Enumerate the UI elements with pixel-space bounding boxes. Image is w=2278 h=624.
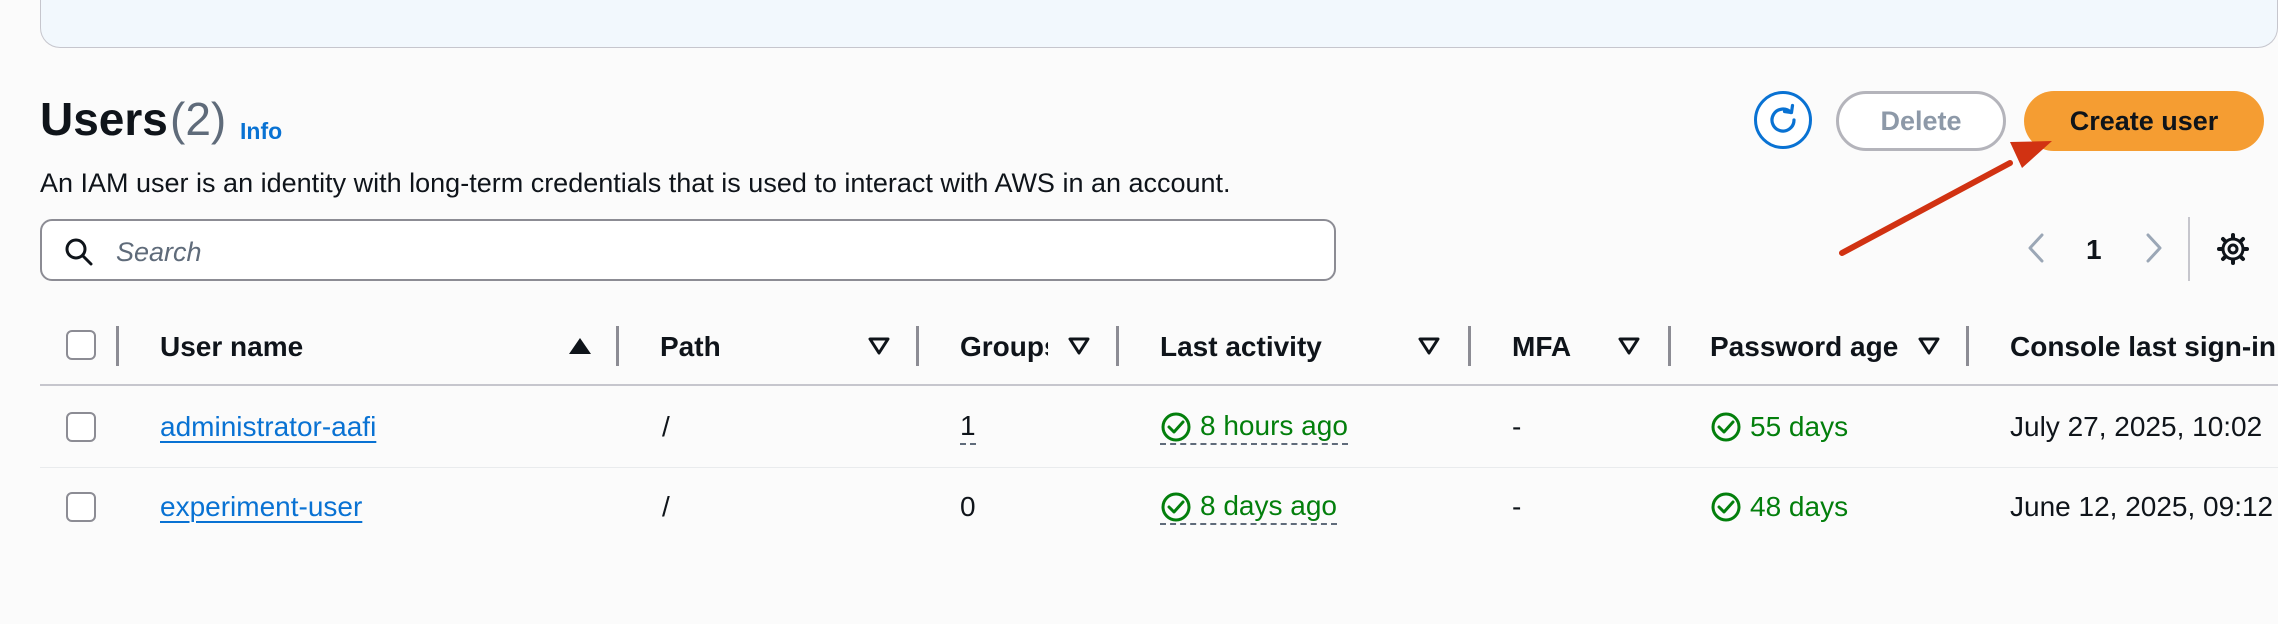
next-page-icon[interactable] [2142, 232, 2164, 264]
top-info-panel [40, 0, 2278, 48]
previous-page-icon[interactable] [2026, 232, 2048, 264]
refresh-button[interactable] [1754, 91, 1812, 149]
sort-icon[interactable] [1618, 336, 1640, 356]
sort-icon[interactable] [1068, 336, 1090, 356]
pagination-divider [2188, 217, 2190, 281]
column-header-password-age[interactable]: Password age [1710, 331, 1898, 363]
user-name-link[interactable]: administrator-aafi [160, 411, 376, 443]
row-checkbox[interactable] [66, 412, 96, 442]
column-divider [1468, 326, 1471, 366]
gear-icon[interactable] [2216, 232, 2250, 266]
column-header-mfa[interactable]: MFA [1512, 331, 1571, 363]
column-header-path[interactable]: Path [660, 331, 721, 363]
mfa-value: - [1512, 491, 1522, 522]
password-age-value: 48 days [1750, 491, 1849, 522]
column-divider [916, 326, 919, 366]
column-header-groups[interactable]: Groups [960, 331, 1048, 363]
success-check-icon [1711, 412, 1741, 442]
row-divider [40, 467, 2278, 468]
column-header-last-activity[interactable]: Last activity [1160, 331, 1322, 363]
current-page-number[interactable]: 1 [2086, 234, 2102, 266]
search-icon [65, 238, 93, 266]
last-activity-value[interactable]: 8 hours ago [1160, 411, 1348, 445]
console-last-sign-in-value: June 12, 2025, 09:12 [2010, 491, 2274, 522]
header-divider [40, 384, 2278, 386]
groups-count[interactable]: 1 [960, 411, 976, 445]
row-checkbox[interactable] [66, 492, 96, 522]
password-age-value: 55 days [1750, 411, 1849, 442]
select-all-checkbox[interactable] [66, 330, 96, 360]
delete-button[interactable]: Delete [1836, 91, 2006, 151]
search-input[interactable] [114, 233, 1318, 271]
sort-icon[interactable] [868, 336, 890, 356]
column-header-user-name[interactable]: User name [160, 331, 303, 363]
column-divider [1966, 326, 1969, 366]
user-count: (2) [170, 93, 227, 145]
path-cell: / [662, 491, 670, 522]
page-description: An IAM user is an identity with long-ter… [40, 168, 1231, 198]
path-cell: / [662, 411, 670, 442]
info-link[interactable]: Info [240, 118, 282, 145]
groups-count: 0 [960, 491, 976, 522]
console-last-sign-in-value: July 27, 2025, 10:02 [2010, 411, 2263, 442]
sort-ascending-icon[interactable] [568, 337, 592, 355]
column-divider [616, 326, 619, 366]
page-title: Users [40, 93, 168, 145]
last-activity-value[interactable]: 8 days ago [1160, 491, 1337, 525]
refresh-icon [1770, 103, 1796, 133]
search-field[interactable] [40, 219, 1336, 281]
column-divider [1668, 326, 1671, 366]
sort-icon[interactable] [1418, 336, 1440, 356]
mfa-value: - [1512, 411, 1522, 442]
column-divider [116, 326, 119, 366]
create-user-button[interactable]: Create user [2024, 91, 2264, 151]
user-name-link[interactable]: experiment-user [160, 491, 362, 523]
sort-icon[interactable] [1918, 336, 1940, 356]
success-check-icon [1711, 492, 1741, 522]
column-header-console-last-sign-in[interactable]: Console last sign-in [2010, 331, 2278, 363]
column-divider [1116, 326, 1119, 366]
